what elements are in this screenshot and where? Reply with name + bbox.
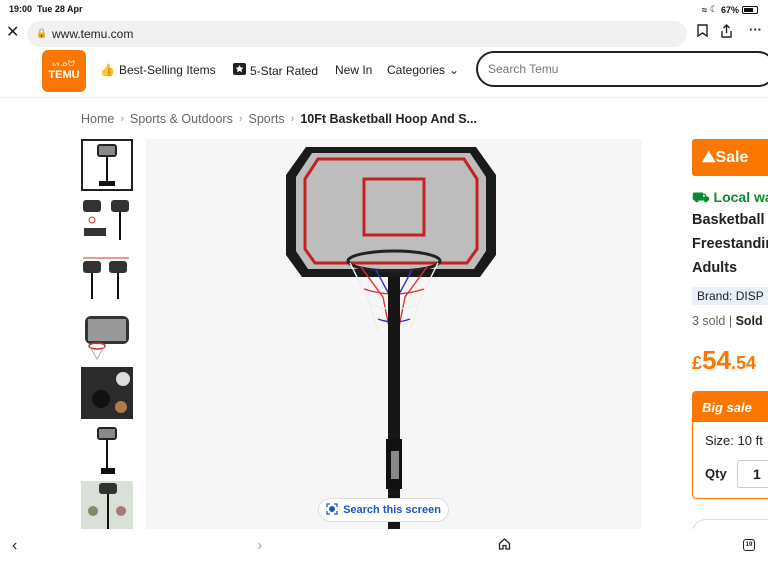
more-icon[interactable]: ···	[749, 22, 762, 37]
sale-banner: ⛰Sale	[692, 139, 768, 176]
product-title-line-2: Freestandin	[692, 236, 768, 252]
moon-icon: ☾	[709, 4, 718, 14]
logo-text: TEMU	[48, 69, 80, 81]
sold-info: 3 sold | Sold	[692, 314, 763, 328]
chevron-right-icon: ›	[290, 113, 295, 125]
url-text: www.temu.com	[52, 27, 134, 41]
search-input[interactable]	[488, 62, 758, 76]
browser-url-bar: ✕ 🔒 www.temu.com ···	[0, 18, 768, 50]
big-sale-header: Big sale	[693, 392, 768, 422]
nav-five-star[interactable]: 5-Star Rated	[233, 63, 318, 78]
status-bar: 19:00 Tue 28 Apr ≈ ☾ 67%	[0, 0, 768, 18]
chevron-right-icon: ›	[238, 113, 243, 125]
share-icon[interactable]	[720, 24, 733, 41]
nav-best-selling[interactable]: 👍 Best-Selling Items	[100, 63, 216, 77]
lens-icon	[326, 502, 338, 518]
back-icon[interactable]: ‹	[12, 537, 17, 555]
nav-categories[interactable]: Categories ⌄	[387, 63, 459, 77]
forward-icon[interactable]: ›	[257, 537, 262, 555]
star-badge-icon	[233, 63, 246, 78]
breadcrumb-current: 10Ft Basketball Hoop And S...	[300, 112, 477, 126]
thumbnail-3[interactable]	[81, 253, 133, 305]
site-header: ᔕᓄᗢ TEMU 👍 Best-Selling Items 5-Star Rat…	[0, 50, 768, 98]
tabs-icon[interactable]: 19	[743, 539, 755, 551]
battery-percent: 67%	[720, 4, 739, 15]
bookmark-icon[interactable]	[697, 24, 708, 40]
thumbnail-1[interactable]	[81, 139, 133, 191]
product-title-line-3: Adults	[692, 260, 738, 276]
breadcrumb-home[interactable]: Home	[81, 112, 114, 126]
search-this-screen-button[interactable]: Search this screen	[318, 498, 449, 522]
chevron-right-icon: ›	[120, 113, 125, 125]
wifi-icon: ≈	[701, 4, 707, 15]
big-sale-box: Big sale Size: 10 ft Qty 1	[692, 391, 768, 499]
product-title-line-1: Basketball	[692, 212, 765, 228]
nav-new-in[interactable]: New In	[335, 63, 372, 77]
main-product-image[interactable]	[146, 139, 642, 529]
search-box[interactable]	[476, 51, 768, 87]
temu-logo[interactable]: ᔕᓄᗢ TEMU	[42, 50, 86, 92]
local-warehouse-badge: ⛟ Local wa	[692, 189, 768, 205]
chevron-down-icon: ⌄	[449, 63, 460, 77]
battery-icon	[742, 5, 758, 14]
mountain-icon: ⛰	[702, 149, 716, 166]
breadcrumb: Home › Sports & Outdoors › Sports › 10Ft…	[81, 112, 477, 126]
thumbs-up-icon: 👍	[100, 63, 115, 77]
lock-icon: 🔒	[36, 28, 48, 38]
thumbnail-list	[81, 139, 134, 529]
size-selector[interactable]: Size: 10 ft	[705, 433, 763, 448]
breadcrumb-sports[interactable]: Sports	[249, 112, 285, 126]
thumbnail-2[interactable]	[81, 196, 133, 248]
browser-bottom-bar: ‹ › 19	[0, 529, 768, 575]
thumbnail-5[interactable]	[81, 367, 133, 419]
home-icon[interactable]	[498, 537, 511, 555]
breadcrumb-sports-outdoors[interactable]: Sports & Outdoors	[130, 112, 233, 126]
brand-tag[interactable]: Brand: DISP	[692, 287, 768, 305]
logo-glyphs: ᔕᓄᗢ	[52, 59, 76, 68]
status-time: 19:00 Tue 28 Apr	[9, 4, 83, 14]
qty-stepper[interactable]: 1	[737, 460, 768, 488]
thumbnail-7[interactable]	[81, 481, 133, 529]
qty-label: Qty	[705, 466, 727, 481]
truck-icon: ⛟	[692, 189, 710, 205]
thumbnail-4[interactable]	[81, 310, 133, 362]
product-price: £54.54	[692, 345, 756, 375]
status-right: ≈ ☾ 67%	[702, 4, 758, 15]
address-bar[interactable]: 🔒 www.temu.com	[27, 21, 687, 47]
close-icon[interactable]: ✕	[6, 22, 19, 42]
thumbnail-6[interactable]	[81, 424, 133, 476]
